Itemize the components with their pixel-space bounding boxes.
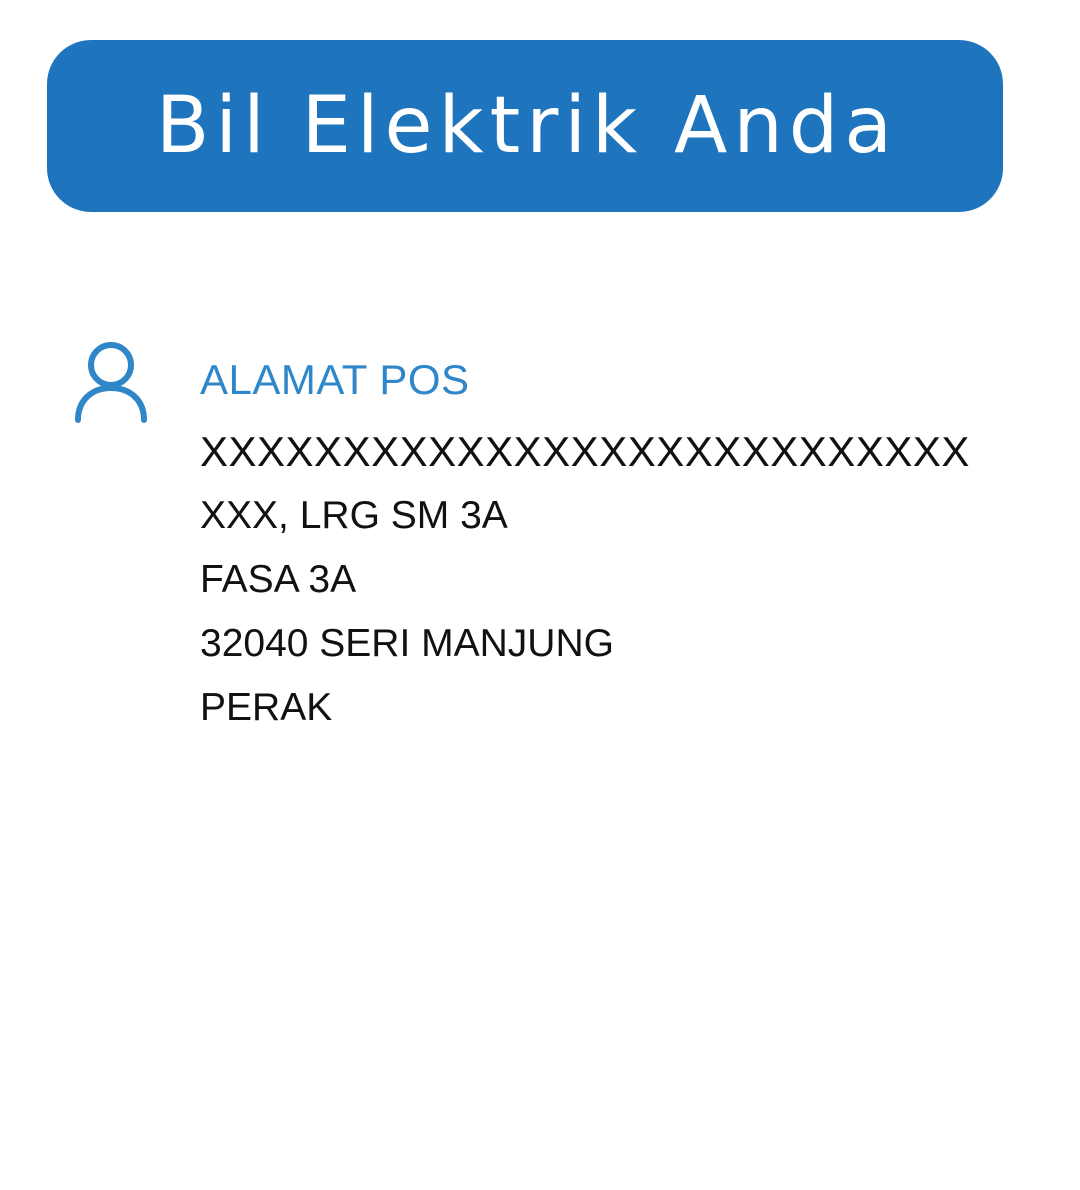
address-label: ALAMAT POS: [200, 356, 470, 403]
address-line-state: PERAK: [200, 686, 333, 729]
address-line-name: XXXXXXXXXXXXXXXXXXXXXXXXXXX: [200, 428, 970, 475]
address-lines: XXXXXXXXXXXXXXXXXXXXXXXXXXX XXX, LRG SM …: [200, 420, 1060, 740]
title-banner: Bil Elektrik Anda: [47, 40, 1003, 212]
address-line-postcode-city: 32040 SERI MANJUNG: [200, 622, 614, 665]
page-title: Bil Elektrik Anda: [155, 81, 899, 171]
address-body: ALAMAT POS XXXXXXXXXXXXXXXXXXXXXXXXXXX X…: [200, 356, 1060, 740]
person-icon: [72, 338, 150, 424]
address-line-street: XXX, LRG SM 3A: [200, 494, 508, 537]
address-line-area: FASA 3A: [200, 558, 357, 601]
bill-page: Bil Elektrik Anda ALAMAT POS XXXXXXXXXXX…: [0, 0, 1080, 1190]
